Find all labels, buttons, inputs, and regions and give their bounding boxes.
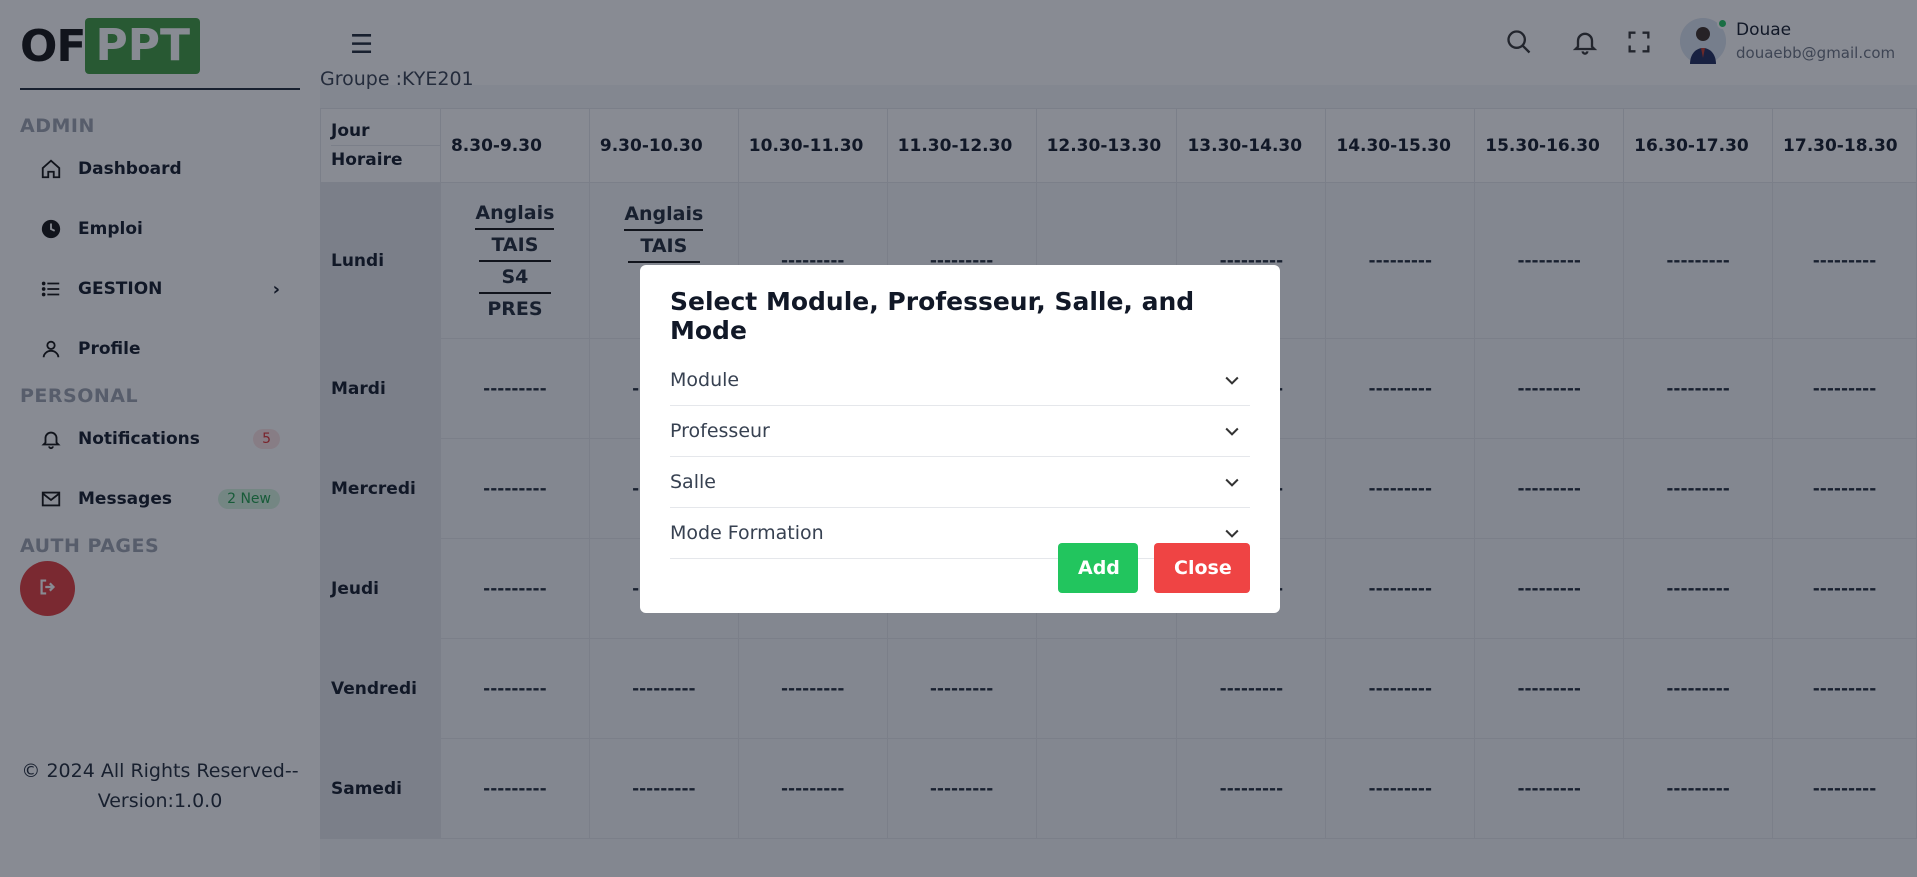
- modal-title: Select Module, Professeur, Salle, and Mo…: [670, 287, 1195, 345]
- module-select-label: Module: [670, 369, 740, 391]
- salle-select[interactable]: Salle: [670, 457, 1250, 508]
- chevron-down-icon: [1225, 427, 1239, 436]
- salle-select-label: Salle: [670, 471, 716, 493]
- chevron-down-icon: [1225, 376, 1239, 385]
- select-modal: Select Module, Professeur, Salle, and Mo…: [640, 265, 1280, 613]
- chevron-down-icon: [1225, 529, 1239, 538]
- mode-formation-select-label: Mode Formation: [670, 522, 824, 544]
- module-select[interactable]: Module: [670, 355, 1250, 406]
- professeur-select[interactable]: Professeur: [670, 406, 1250, 457]
- chevron-down-icon: [1225, 478, 1239, 487]
- add-button[interactable]: Add: [1058, 543, 1138, 593]
- professeur-select-label: Professeur: [670, 420, 770, 442]
- close-button[interactable]: Close: [1154, 543, 1250, 593]
